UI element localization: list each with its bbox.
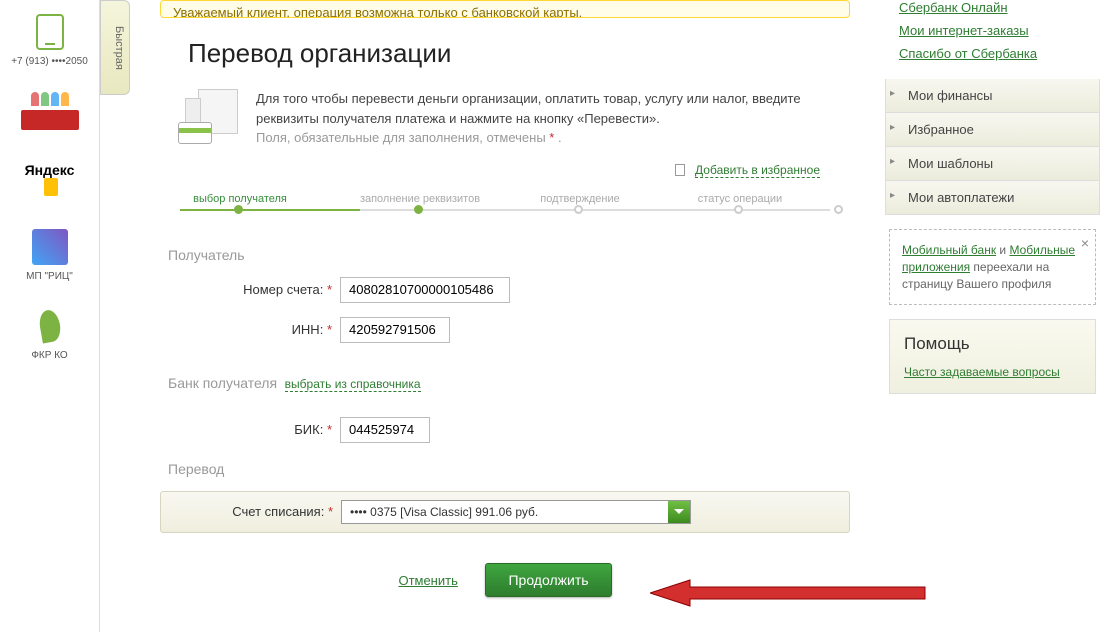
sidebar-yandex[interactable]: Яндекс xyxy=(0,147,99,215)
step-2: заполнение реквизитов xyxy=(340,193,500,205)
from-account-value: •••• 0375 [Visa Classic] 991.06 руб. xyxy=(342,505,668,519)
page-title: Перевод организации xyxy=(160,38,850,69)
close-icon[interactable]: × xyxy=(1081,234,1089,254)
left-sidebar: +7 (913) ••••2050 Яндекс МП "РИЦ" ФКР КО xyxy=(0,0,100,632)
mobile-bank-link[interactable]: Мобильный банк xyxy=(902,243,996,257)
help-box: Помощь Часто задаваемые вопросы xyxy=(889,319,1096,394)
step-4: статус операции xyxy=(660,193,820,205)
yandex-icon: Яндекс xyxy=(25,162,75,196)
sidebar-charity[interactable] xyxy=(0,79,99,147)
sidebar-label: +7 (913) ••••2050 xyxy=(4,56,95,67)
cancel-link[interactable]: Отменить xyxy=(398,573,457,588)
add-favorite-link[interactable]: Добавить в избранное xyxy=(695,163,820,178)
sidebar-ric[interactable]: МП "РИЦ" xyxy=(0,215,99,294)
inn-label: ИНН: xyxy=(292,322,324,337)
bookmark-icon xyxy=(675,164,685,176)
right-column: Сбербанк Онлайн Мои интернет-заказы Спас… xyxy=(885,0,1100,394)
faq-link[interactable]: Часто задаваемые вопросы xyxy=(904,365,1060,379)
chevron-down-icon xyxy=(668,501,690,523)
red-block-icon xyxy=(21,110,79,130)
building-icon xyxy=(32,229,68,265)
people-icon xyxy=(31,92,69,106)
sidebar-fkr[interactable]: ФКР КО xyxy=(0,294,99,373)
main-content: Уважаемый клиент, операция возможна толь… xyxy=(145,0,865,597)
help-title: Помощь xyxy=(904,334,1081,354)
alert-banner: Уважаемый клиент, операция возможна толь… xyxy=(160,0,850,18)
link-internet-orders[interactable]: Мои интернет-заказы xyxy=(899,23,1086,38)
section-transfer: Перевод xyxy=(168,461,850,477)
progress-steps: выбор получателя заполнение реквизитов п… xyxy=(160,193,850,217)
sidebar-label: МП "РИЦ" xyxy=(4,271,95,282)
intro-block: Для того чтобы перевести деньги организа… xyxy=(160,89,850,148)
account-label: Номер счета: xyxy=(243,282,323,297)
step-3: подтверждение xyxy=(500,193,660,205)
bik-label: БИК: xyxy=(294,422,323,437)
directory-link[interactable]: выбрать из справочника xyxy=(285,377,421,392)
link-sberbank-online[interactable]: Сбербанк Онлайн xyxy=(899,0,1086,15)
section-recipient: Получатель xyxy=(168,247,850,263)
panel-favorites[interactable]: Избранное xyxy=(885,113,1100,147)
intro-text-1: Для того чтобы перевести деньги организа… xyxy=(256,89,850,128)
continue-button[interactable]: Продолжить xyxy=(485,563,611,597)
quick-pay-tab[interactable]: Быстрая xyxy=(100,0,130,95)
panel-finances[interactable]: Мои финансы xyxy=(885,79,1100,113)
panel-autopay[interactable]: Мои автоплатежи xyxy=(885,181,1100,215)
link-spasibo[interactable]: Спасибо от Сбербанка xyxy=(899,46,1086,61)
step-1: выбор получателя xyxy=(160,193,320,205)
bik-input[interactable] xyxy=(340,417,430,443)
from-label: Счет списания: xyxy=(232,504,324,519)
intro-text-2: Поля, обязательные для заполнения, отмеч… xyxy=(256,130,549,145)
notice-box: × Мобильный банк и Мобильные приложения … xyxy=(889,229,1096,305)
sidebar-phone[interactable]: +7 (913) ••••2050 xyxy=(0,0,99,79)
inn-input[interactable] xyxy=(340,317,450,343)
phone-icon xyxy=(36,14,64,50)
section-bank: Банк получателя xyxy=(168,375,277,391)
sidebar-label: ФКР КО xyxy=(4,350,95,361)
account-input[interactable] xyxy=(340,277,510,303)
panel-templates[interactable]: Мои шаблоны xyxy=(885,147,1100,181)
leaf-icon xyxy=(37,309,62,344)
from-account-select[interactable]: •••• 0375 [Visa Classic] 991.06 руб. xyxy=(341,500,691,524)
org-transfer-icon xyxy=(178,89,238,144)
